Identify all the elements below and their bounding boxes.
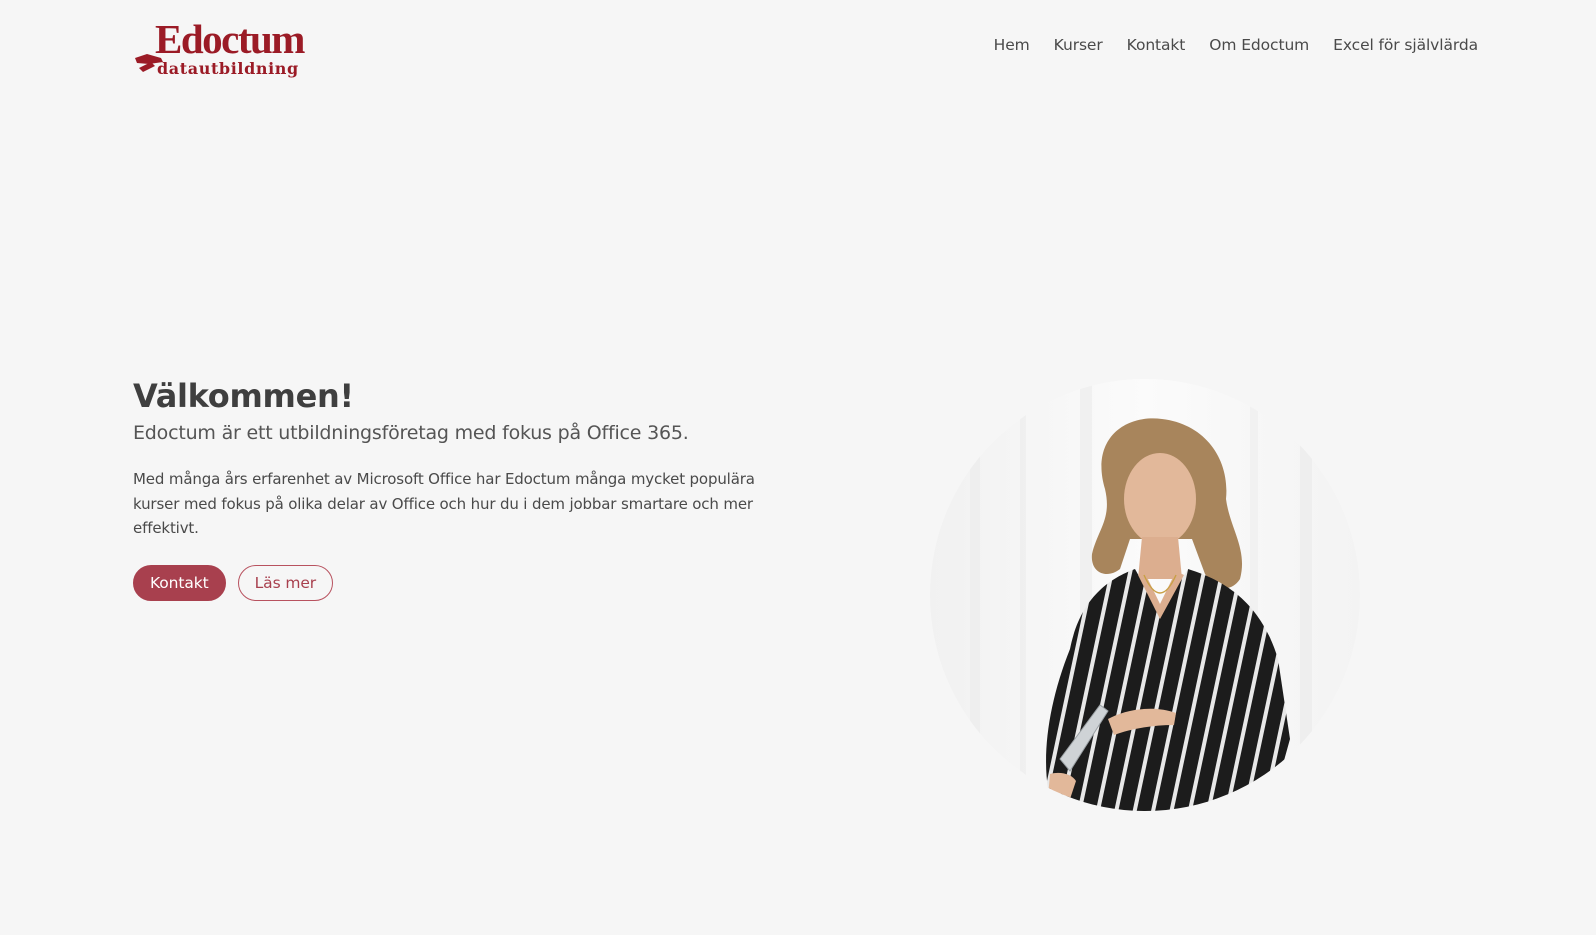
main-nav: Hem Kurser Kontakt Om Edoctum Excel för …: [994, 36, 1478, 54]
read-more-button[interactable]: Läs mer: [237, 565, 334, 601]
contact-button[interactable]: Kontakt: [133, 565, 226, 601]
hero-subtitle: Edoctum är ett utbildningsföretag med fo…: [133, 422, 689, 444]
hero-buttons: Kontakt Läs mer: [133, 565, 334, 601]
nav-item-kontakt[interactable]: Kontakt: [1127, 36, 1186, 54]
site-header: Edoctum datautbildning Hem Kurser Kontak…: [0, 0, 1596, 95]
face: [1124, 453, 1196, 545]
portrait-photo: [930, 379, 1360, 811]
nav-item-kurser[interactable]: Kurser: [1054, 36, 1103, 54]
hero-title: Välkommen!: [133, 377, 354, 415]
logo-tagline: datautbildning: [157, 59, 299, 78]
page: Edoctum datautbildning Hem Kurser Kontak…: [0, 0, 1596, 935]
hero-body-text: Med många års erfarenhet av Microsoft Of…: [133, 470, 755, 537]
logo-wordmark: Edoctum: [155, 16, 305, 62]
portrait-illustration: [930, 379, 1360, 811]
nav-item-excel-for-sjalvlarda[interactable]: Excel för självlärda: [1333, 36, 1478, 54]
nav-item-om-edoctum[interactable]: Om Edoctum: [1209, 36, 1309, 54]
edoctum-logo[interactable]: Edoctum datautbildning: [133, 14, 309, 78]
hero-section: Välkommen! Edoctum är ett utbildningsför…: [133, 375, 833, 541]
logo-graphic: Edoctum datautbildning: [135, 16, 307, 78]
nav-item-hem[interactable]: Hem: [994, 36, 1030, 54]
